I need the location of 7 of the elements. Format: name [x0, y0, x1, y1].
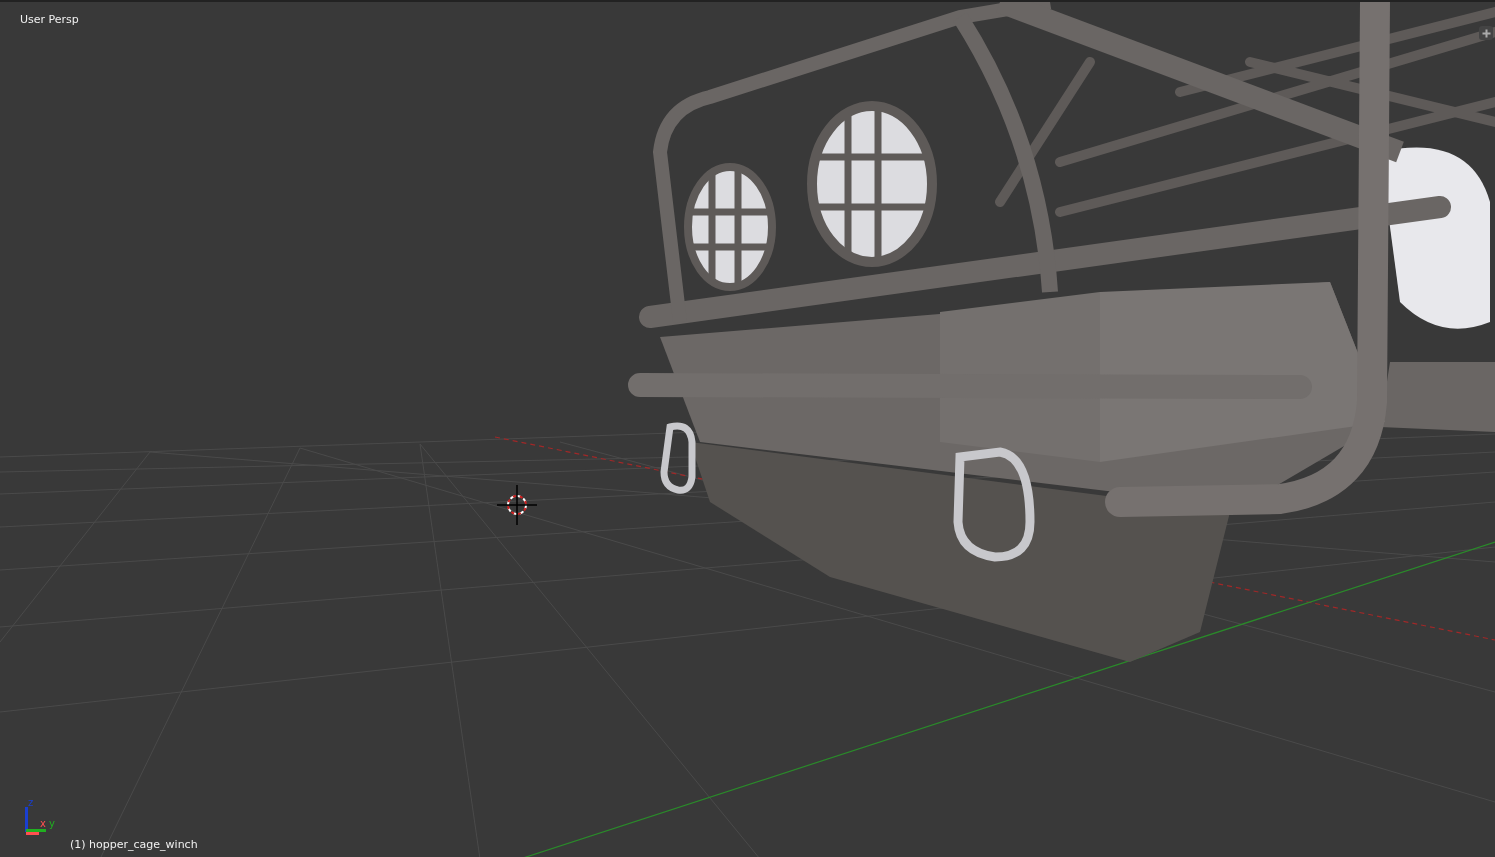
3d-cursor-icon — [496, 484, 538, 526]
object-label: (1) hopper_cage_winch — [70, 838, 198, 851]
view-label: User Persp — [20, 13, 79, 26]
axis-label: y — [49, 818, 55, 829]
axis-label: z — [28, 797, 34, 808]
plus-icon[interactable] — [1479, 26, 1493, 40]
axis-label: x — [40, 818, 46, 829]
